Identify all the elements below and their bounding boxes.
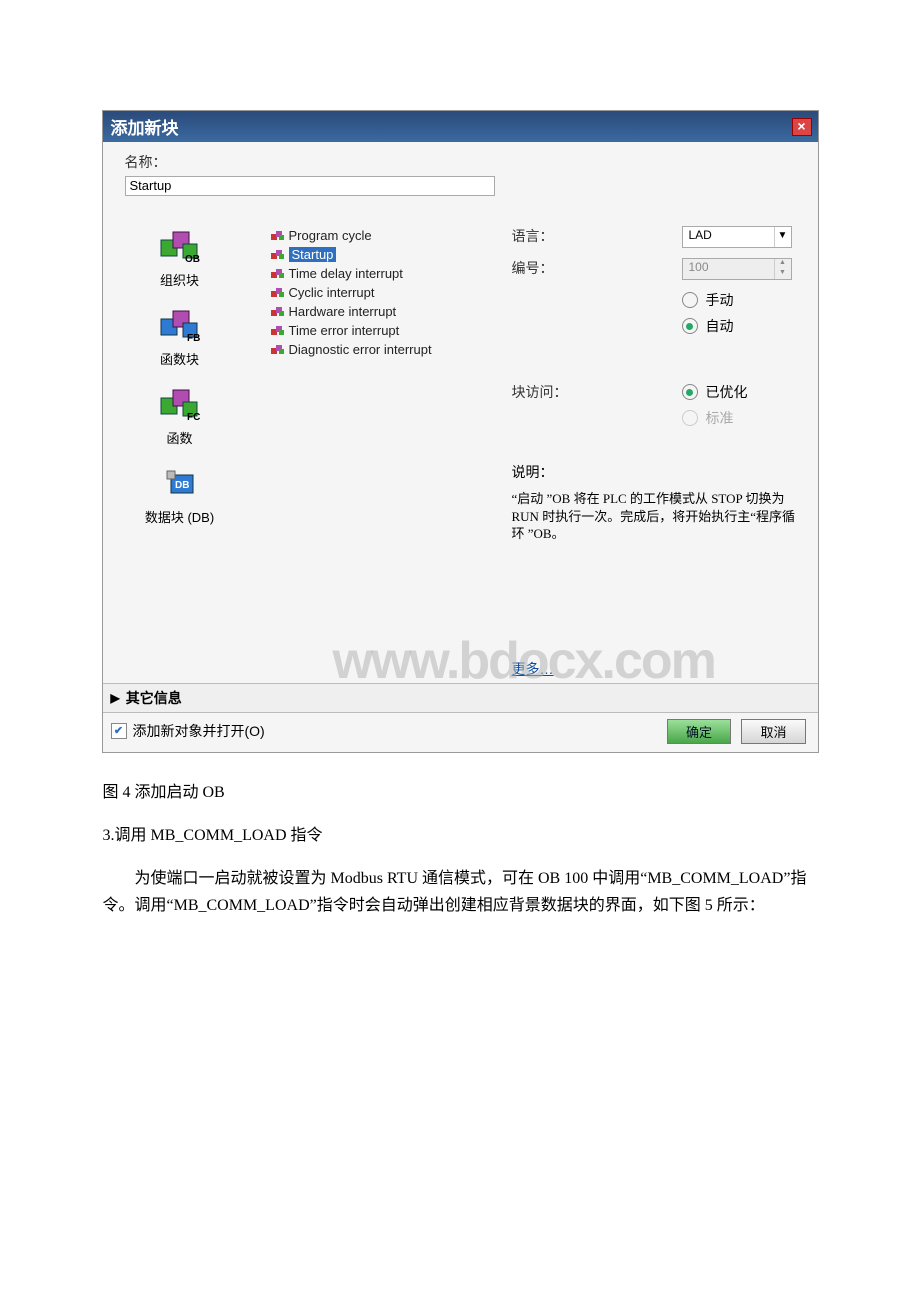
- ob-item-time-delay[interactable]: Time delay interrupt: [271, 264, 506, 283]
- ob-icon: [271, 344, 285, 356]
- dialog-title: 添加新块: [111, 114, 179, 139]
- tile-caption: 组织块: [125, 270, 235, 289]
- description-label: 说明：: [512, 462, 796, 482]
- language-select[interactable]: LAD ▼: [682, 226, 792, 248]
- access-label: 块访问：: [512, 382, 682, 434]
- add-and-open-checkbox[interactable]: ✔ 添加新对象并打开(O): [111, 721, 265, 741]
- tile-caption: 函数: [125, 428, 235, 447]
- spin-down-icon[interactable]: ▼: [775, 269, 791, 279]
- radio-selected-icon: [682, 318, 698, 334]
- dialog-body: OB 组织块 FB 函数块 FC 函数: [103, 204, 818, 683]
- figure-caption: 图 4 添加启动 OB: [103, 779, 818, 806]
- svg-text:FC: FC: [187, 412, 200, 422]
- dialog-footer: ✔ 添加新对象并打开(O) 确定 取消: [103, 713, 818, 752]
- properties-column: 语言： LAD ▼ 编号： 100 ▲: [506, 204, 796, 683]
- db-block-icon: DB: [157, 465, 203, 501]
- ob-icon: [271, 249, 285, 261]
- mode-auto-radio[interactable]: 自动: [682, 316, 796, 336]
- language-label: 语言：: [512, 226, 682, 248]
- svg-text:DB: DB: [175, 480, 189, 491]
- ob-icon: [271, 325, 285, 337]
- svg-text:FB: FB: [187, 333, 200, 343]
- ob-icon: [271, 230, 285, 242]
- ok-button[interactable]: 确定: [667, 719, 731, 744]
- document-body: 图 4 添加启动 OB 3.调用 MB_COMM_LOAD 指令 为使端口一启动…: [103, 779, 818, 920]
- tile-fc[interactable]: FC 函数: [125, 386, 235, 465]
- ob-block-icon: OB: [157, 228, 203, 264]
- ob-type-list: Program cycle Startup Time delay interru…: [235, 204, 506, 683]
- access-optimized-radio[interactable]: 已优化: [682, 382, 796, 402]
- name-input[interactable]: Startup: [125, 176, 495, 196]
- dialog-titlebar: 添加新块 ×: [103, 111, 818, 142]
- tile-db[interactable]: DB 数据块 (DB): [125, 465, 235, 544]
- ob-item-program-cycle[interactable]: Program cycle: [271, 226, 506, 245]
- fb-block-icon: FB: [157, 307, 203, 343]
- paragraph: 为使端口一启动就被设置为 Modbus RTU 通信模式，可在 OB 100 中…: [103, 865, 818, 919]
- ob-icon: [271, 268, 285, 280]
- radio-selected-icon: [682, 384, 698, 400]
- svg-text:OB: OB: [185, 254, 200, 264]
- add-block-dialog: 添加新块 × 名称： Startup OB 组织块 FB 函数块: [102, 110, 819, 753]
- ob-item-hardware[interactable]: Hardware interrupt: [271, 302, 506, 321]
- access-standard-radio[interactable]: 标准: [682, 408, 796, 428]
- radio-disabled-icon: [682, 410, 698, 426]
- tile-ob[interactable]: OB 组织块: [125, 228, 235, 307]
- number-spinner[interactable]: 100 ▲ ▼: [682, 258, 792, 280]
- ob-item-diag-error[interactable]: Diagnostic error interrupt: [271, 340, 506, 359]
- ob-item-cyclic[interactable]: Cyclic interrupt: [271, 283, 506, 302]
- step-heading: 3.调用 MB_COMM_LOAD 指令: [103, 822, 818, 849]
- ob-icon: [271, 287, 285, 299]
- spin-up-icon[interactable]: ▲: [775, 259, 791, 269]
- fc-block-icon: FC: [157, 386, 203, 422]
- cancel-button[interactable]: 取消: [741, 719, 805, 744]
- ob-item-time-error[interactable]: Time error interrupt: [271, 321, 506, 340]
- close-icon[interactable]: ×: [792, 118, 812, 136]
- description-text: “启动 ”OB 将在 PLC 的工作模式从 STOP 切换为 RUN 时执行一次…: [512, 490, 796, 543]
- tile-caption: 数据块 (DB): [125, 507, 235, 526]
- tile-caption: 函数块: [125, 349, 235, 368]
- block-type-column: OB 组织块 FB 函数块 FC 函数: [125, 204, 235, 683]
- ob-icon: [271, 306, 285, 318]
- mode-manual-radio[interactable]: 手动: [682, 290, 796, 310]
- chevron-down-icon: ▼: [774, 227, 791, 247]
- tile-fb[interactable]: FB 函数块: [125, 307, 235, 386]
- expand-caret-icon: ▶: [111, 691, 120, 705]
- ob-item-startup[interactable]: Startup: [271, 245, 506, 264]
- watermark-text: www.bdocx.com: [333, 631, 715, 691]
- number-label: 编号：: [512, 258, 682, 280]
- name-label: 名称：: [125, 152, 796, 172]
- radio-icon: [682, 292, 698, 308]
- checkbox-checked-icon: ✔: [111, 723, 127, 739]
